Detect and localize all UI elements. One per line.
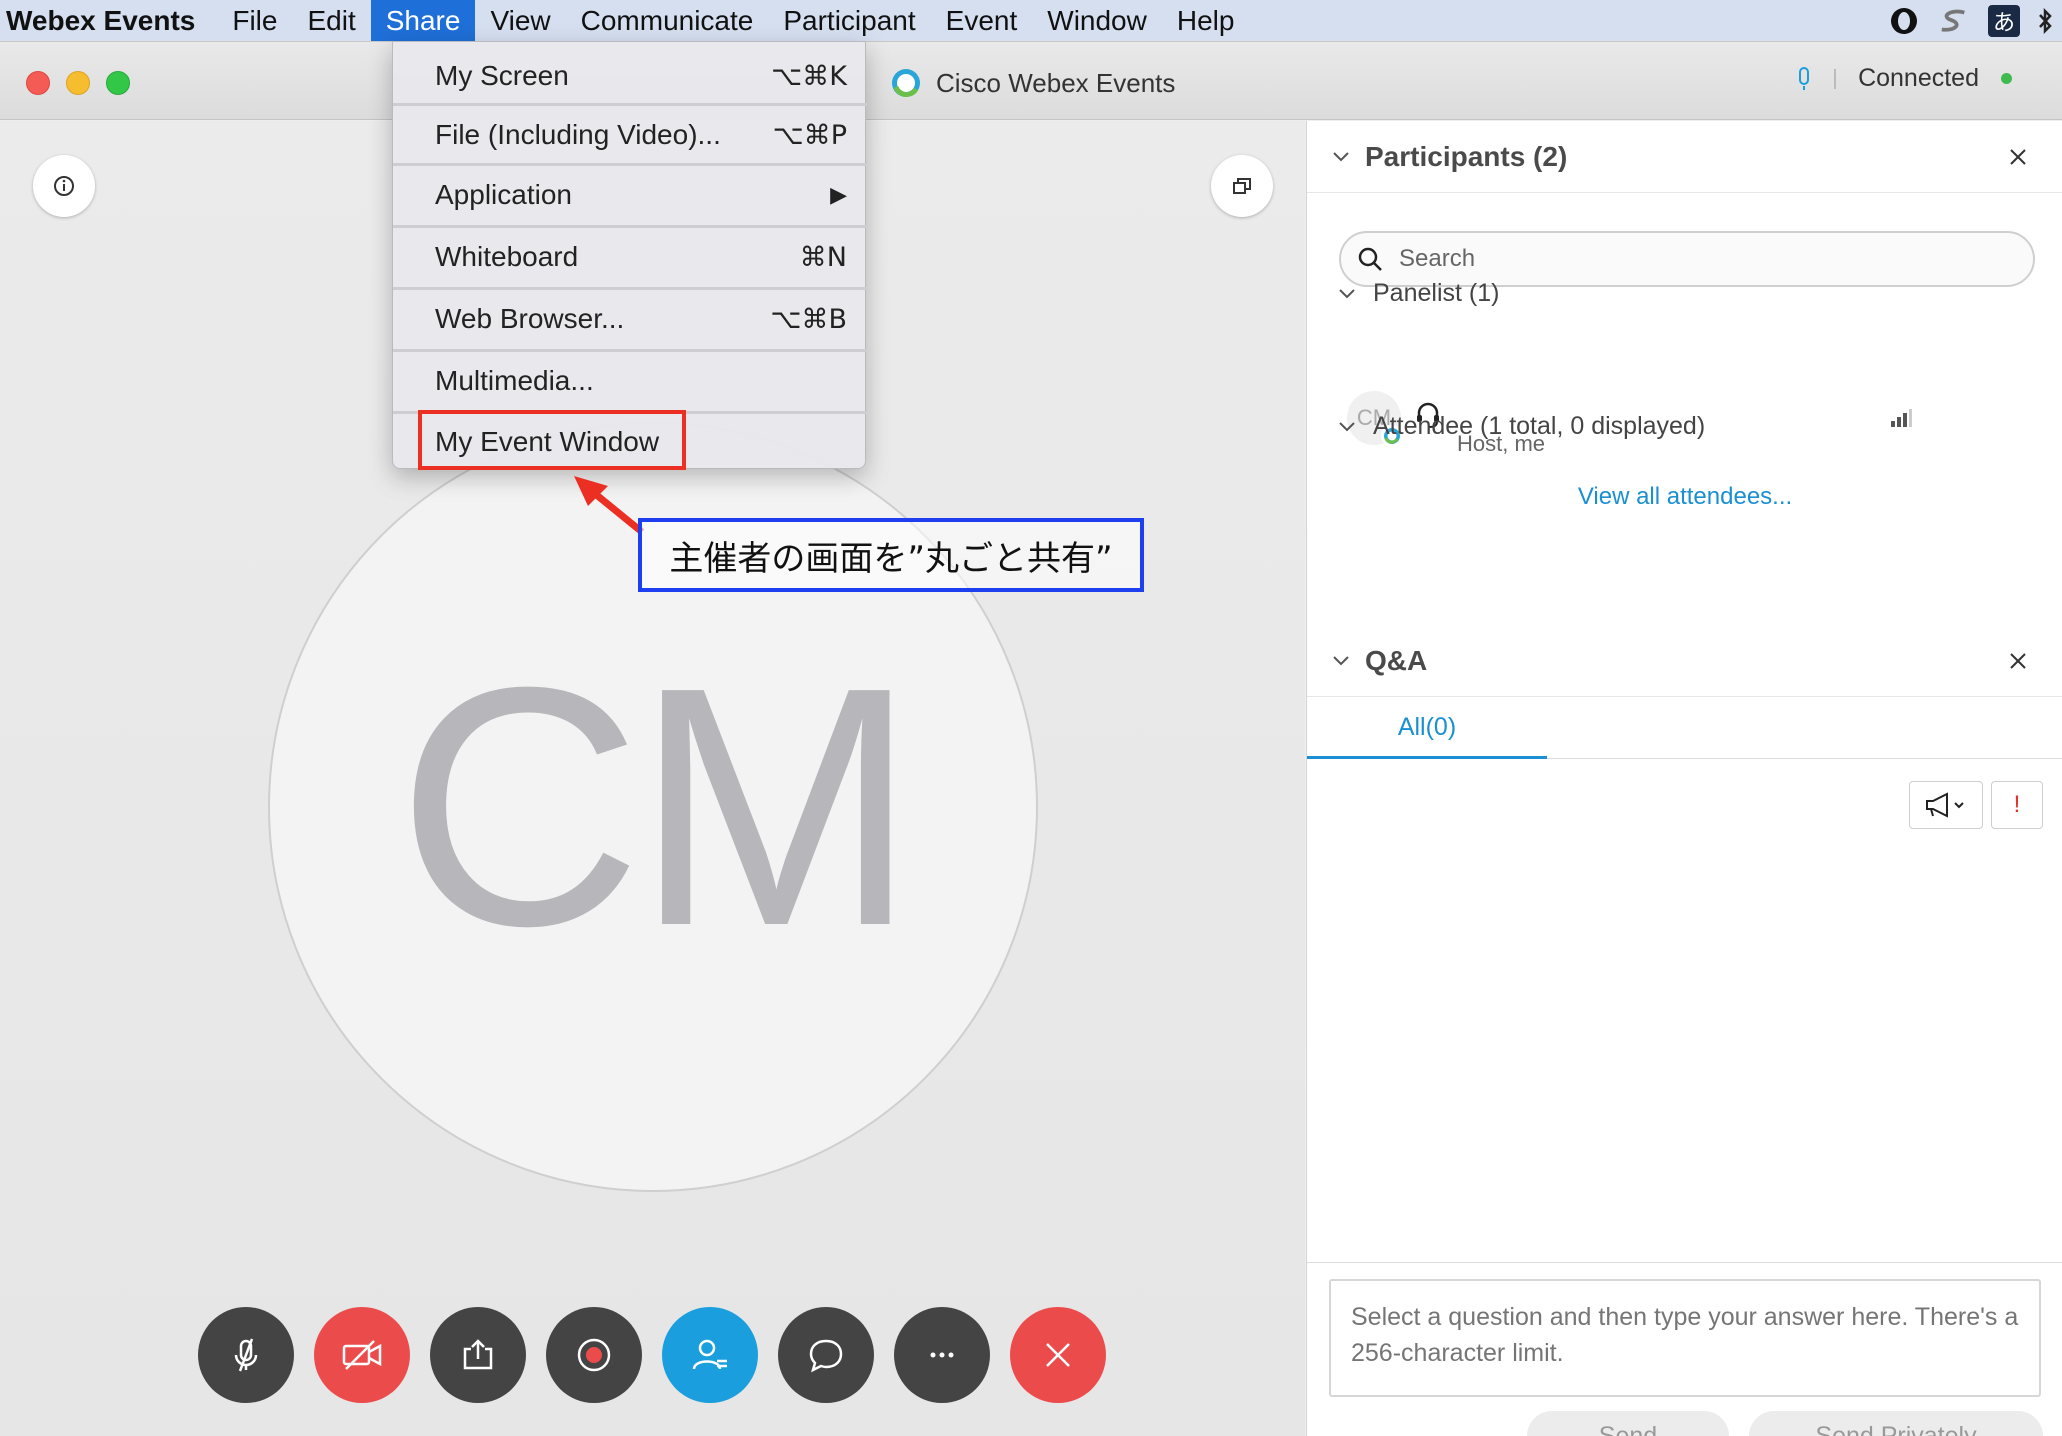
more-icon — [930, 1352, 954, 1358]
event-info-button[interactable] — [33, 155, 95, 217]
menu-share[interactable]: Share — [370, 0, 476, 41]
menu-item-file[interactable]: File (Including Video)... ⌥⌘P — [393, 107, 867, 163]
bluetooth-icon[interactable] — [2038, 5, 2052, 37]
share-button[interactable] — [430, 1307, 526, 1403]
divider — [1307, 1262, 2062, 1263]
send-privately-button[interactable]: Send Privately — [1749, 1411, 2043, 1436]
qa-tabs: All(0) — [1307, 698, 2062, 759]
title-bar: Cisco Webex Events Connected — [0, 42, 2062, 120]
connection-status-dot — [2001, 73, 2012, 84]
status-tray: あ — [1888, 0, 2062, 41]
search-input[interactable] — [1399, 245, 1959, 273]
participants-button[interactable] — [662, 1307, 758, 1403]
avatar-initials: CM — [396, 616, 918, 997]
shortcut: ⌘N — [799, 241, 847, 273]
megaphone-icon — [1926, 792, 1964, 818]
menu-separator — [393, 349, 867, 352]
menu-separator — [393, 225, 867, 228]
close-qa-icon[interactable] — [2007, 650, 2029, 672]
shortcut: ⌥⌘P — [772, 119, 847, 151]
microphone-status-icon[interactable] — [1796, 66, 1812, 92]
menu-separator — [393, 287, 867, 290]
connection-status: Connected — [1796, 64, 2012, 93]
participants-title: Participants (2) — [1365, 140, 1568, 172]
record-icon — [577, 1338, 611, 1372]
more-options-button[interactable] — [894, 1307, 990, 1403]
menu-item-whiteboard[interactable]: Whiteboard ⌘N — [393, 229, 867, 285]
qa-header: Q&A — [1307, 625, 2062, 697]
menu-help[interactable]: Help — [1162, 0, 1250, 41]
chat-button[interactable] — [778, 1307, 874, 1403]
close-participants-icon[interactable] — [2007, 146, 2029, 168]
share-menu: My Screen ⌥⌘K File (Including Video)... … — [392, 41, 867, 469]
menu-communicate[interactable]: Communicate — [566, 0, 769, 41]
menu-item-web-browser[interactable]: Web Browser... ⌥⌘B — [393, 291, 867, 347]
view-all-attendees-link[interactable]: View all attendees... — [1307, 483, 2062, 511]
sync-icon[interactable] — [1938, 5, 1970, 37]
connection-status-text: Connected — [1858, 64, 1979, 92]
shortcut: ⌥⌘B — [770, 303, 847, 335]
signal-strength-icon — [1891, 409, 1912, 427]
participants-icon — [692, 1339, 727, 1370]
submenu-arrow-icon: ▶ — [830, 182, 847, 208]
alert-icon: ! — [2013, 791, 2021, 818]
alert-button[interactable]: ! — [1991, 781, 2043, 829]
menu-file[interactable]: File — [217, 0, 292, 41]
attendee-section-header[interactable]: Attendee (1 total, 0 displayed) — [1337, 412, 1705, 441]
chevron-down-icon[interactable] — [1331, 651, 1351, 671]
close-window-button[interactable] — [26, 71, 50, 95]
layout-button[interactable] — [1211, 155, 1273, 217]
menu-item-my-screen[interactable]: My Screen ⌥⌘K — [393, 48, 867, 104]
participants-header: Participants (2) — [1307, 121, 2062, 193]
window-title: Cisco Webex Events — [890, 66, 1175, 100]
info-icon — [54, 176, 74, 196]
meeting-controls — [198, 1307, 1106, 1403]
chevron-down-icon — [1339, 421, 1355, 431]
menu-bar: Webex Events File Edit Share View Commun… — [0, 0, 2062, 41]
chevron-down-icon[interactable] — [1331, 147, 1351, 167]
input-method-icon[interactable]: あ — [1988, 4, 2020, 37]
window-layout-icon — [1233, 178, 1251, 194]
send-button[interactable]: Send — [1527, 1411, 1729, 1436]
video-off-icon — [342, 1340, 382, 1370]
search-icon — [1358, 247, 1382, 271]
answer-input[interactable] — [1329, 1279, 2041, 1397]
annotation-arrow — [574, 476, 645, 535]
mute-button[interactable] — [198, 1307, 294, 1403]
chat-bubble-icon — [809, 1339, 843, 1373]
shortcut: ⌥⌘K — [771, 60, 847, 92]
menu-participant[interactable]: Participant — [768, 0, 930, 41]
side-panel: Participants (2) Panelist (1) CM Host, m… — [1306, 121, 2062, 1436]
close-icon — [1046, 1343, 1070, 1367]
menu-view[interactable]: View — [475, 0, 565, 41]
panelist-section-header[interactable]: Panelist (1) — [1337, 279, 1499, 308]
leave-event-button[interactable] — [1010, 1307, 1106, 1403]
highlight-box — [418, 410, 686, 470]
record-button[interactable] — [546, 1307, 642, 1403]
app-menu[interactable]: Webex Events — [0, 0, 217, 41]
start-video-button[interactable] — [314, 1307, 410, 1403]
menu-item-multimedia[interactable]: Multimedia... — [393, 353, 867, 409]
opera-icon[interactable] — [1888, 5, 1920, 37]
tab-all[interactable]: All(0) — [1307, 698, 1547, 759]
minimize-window-button[interactable] — [66, 71, 90, 95]
app-window: Cisco Webex Events Connected CM Particip… — [0, 41, 2062, 1436]
annotation-callout: 主催者の画面を”丸ごと共有” — [638, 518, 1144, 592]
microphone-muted-icon — [234, 1338, 258, 1372]
menu-event[interactable]: Event — [931, 0, 1033, 41]
menu-separator — [393, 163, 867, 166]
broadcast-button[interactable] — [1909, 781, 1983, 829]
webex-logo-icon — [892, 69, 920, 97]
menu-item-application[interactable]: Application ▶ — [393, 167, 867, 223]
menu-window[interactable]: Window — [1032, 0, 1162, 41]
divider — [1834, 68, 1837, 89]
chevron-down-icon — [1339, 288, 1355, 298]
zoom-window-button[interactable] — [106, 71, 130, 95]
menu-edit[interactable]: Edit — [292, 0, 370, 41]
menu-separator — [393, 103, 867, 106]
qa-title: Q&A — [1365, 644, 1428, 676]
share-icon — [463, 1339, 493, 1370]
